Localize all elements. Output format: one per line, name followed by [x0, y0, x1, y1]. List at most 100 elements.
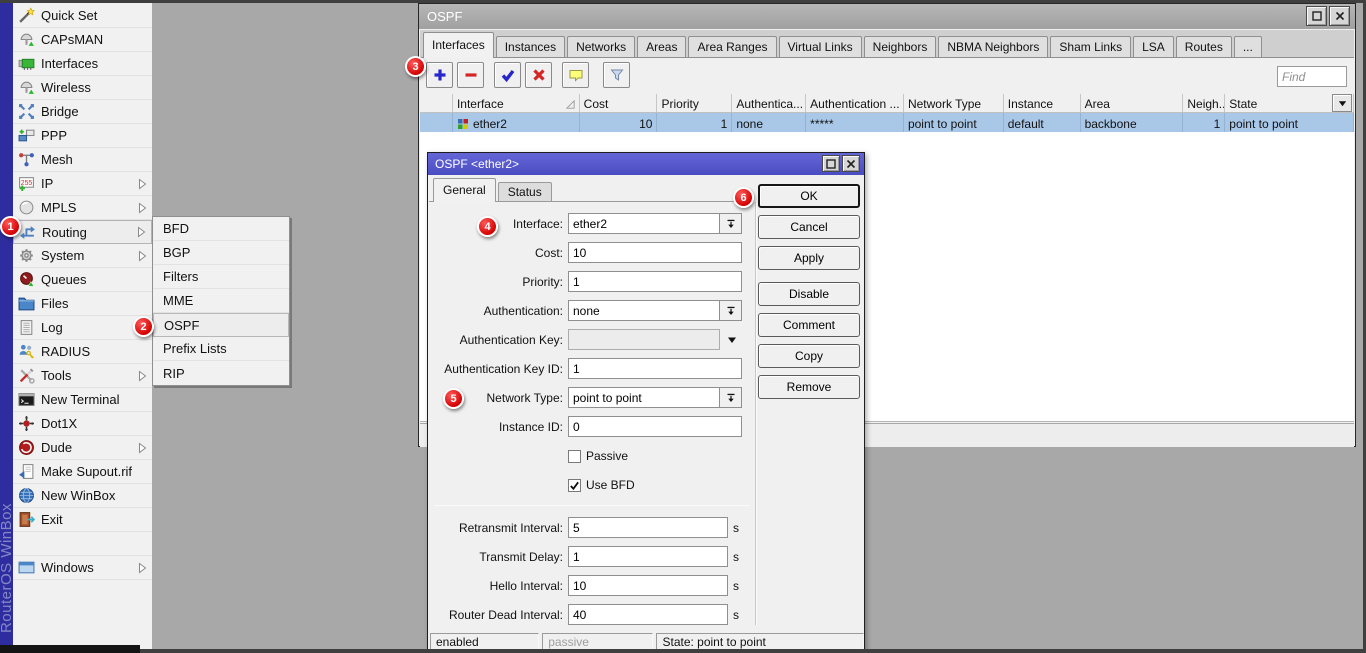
column-header-neigh[interactable]: Neigh... — [1183, 94, 1225, 112]
sidebar-item-ppp[interactable]: PPP — [13, 124, 152, 148]
annotation-step-5: 5 — [443, 388, 464, 409]
router-dead-interval-input[interactable] — [568, 604, 728, 625]
sidebar-item-wireless[interactable]: Wireless — [13, 76, 152, 100]
authentication-key-input[interactable] — [568, 329, 720, 350]
disable-button[interactable]: Disable — [758, 282, 860, 306]
comment-button[interactable]: Comment — [758, 313, 860, 337]
sidebar-item-interfaces[interactable]: Interfaces — [13, 52, 152, 76]
ospf-window-titlebar[interactable]: OSPF — [419, 4, 1355, 29]
remove-button[interactable]: Remove — [758, 375, 860, 399]
table-header: InterfaceCostPriorityAuthentica...Authen… — [420, 94, 1354, 113]
column-header-item[interactable] — [420, 94, 453, 112]
tab-instances[interactable]: Instances — [496, 36, 565, 57]
close-icon[interactable] — [842, 155, 860, 172]
tab-virtual-links[interactable]: Virtual Links — [779, 36, 862, 57]
ok-button[interactable]: OK — [758, 184, 860, 208]
apply-button[interactable]: Apply — [758, 246, 860, 270]
sidebar-item-system[interactable]: System — [13, 244, 152, 268]
sidebar-item-bridge[interactable]: Bridge — [13, 100, 152, 124]
checked-checkbox-icon — [568, 479, 581, 492]
submenu-item-prefix-lists[interactable]: Prefix Lists — [153, 337, 289, 361]
maximize-icon[interactable] — [822, 155, 840, 172]
toolbar-remove-button[interactable] — [457, 62, 484, 88]
sidebar-item-dude[interactable]: Dude — [13, 436, 152, 460]
tab-networks[interactable]: Networks — [567, 36, 635, 57]
cost-input[interactable] — [568, 242, 742, 263]
column-header-cost[interactable]: Cost — [580, 94, 658, 112]
authentication-input[interactable] — [568, 300, 720, 321]
combo-arrow-icon[interactable] — [720, 387, 742, 408]
sidebar-item-exit[interactable]: Exit — [13, 508, 152, 532]
authentication-key-id-input[interactable] — [568, 358, 742, 379]
sidebar-item-files[interactable]: Files — [13, 292, 152, 316]
sidebar-item-mpls[interactable]: MPLS — [13, 196, 152, 220]
submenu-item-mme[interactable]: MME — [153, 289, 289, 313]
sidebar-item-ip[interactable]: 255IP — [13, 172, 152, 196]
tab-nbma-neighbors[interactable]: NBMA Neighbors — [938, 36, 1048, 57]
annotation-step-1: 1 — [0, 216, 21, 237]
sidebar-item-radius[interactable]: RADIUS — [13, 340, 152, 364]
combo-arrow-icon[interactable] — [720, 300, 742, 321]
column-header-area[interactable]: Area — [1081, 94, 1184, 112]
find-input[interactable] — [1277, 66, 1347, 87]
column-header-interface[interactable]: Interface — [453, 94, 580, 112]
use-bfd-checkbox[interactable]: Use BFD — [568, 477, 750, 493]
sidebar-item-make-supout-rif[interactable]: Make Supout.rif — [13, 460, 152, 484]
annotation-step-4: 4 — [477, 216, 498, 237]
transmit-delay-input[interactable] — [568, 546, 728, 567]
sidebar-item-capsman[interactable]: CAPsMAN — [13, 28, 152, 52]
instance-id-input[interactable] — [568, 416, 742, 437]
sidebar-item-dot1x[interactable]: Dot1X — [13, 412, 152, 436]
tab-area-ranges[interactable]: Area Ranges — [688, 36, 776, 57]
toolbar-comment-button[interactable] — [562, 62, 589, 88]
passive-checkbox[interactable]: Passive — [568, 448, 750, 464]
sidebar-item-log[interactable]: Log — [13, 316, 152, 340]
dropdown-arrow-icon[interactable] — [720, 334, 744, 346]
tab-routes[interactable]: Routes — [1176, 36, 1232, 57]
column-header-authentication[interactable]: Authentication ... — [806, 94, 904, 112]
toolbar-add-button[interactable] — [426, 62, 453, 88]
sidebar-item-routing[interactable]: Routing — [13, 220, 152, 244]
sidebar-item-tools[interactable]: Tools — [13, 364, 152, 388]
tab-item[interactable]: ... — [1234, 36, 1262, 57]
submenu-item-bgp[interactable]: BGP — [153, 241, 289, 265]
tab-lsa[interactable]: LSA — [1133, 36, 1174, 57]
column-header-instance[interactable]: Instance — [1004, 94, 1081, 112]
column-header-priority[interactable]: Priority — [657, 94, 732, 112]
toolbar-disable-button[interactable] — [525, 62, 552, 88]
submenu-item-bfd[interactable]: BFD — [153, 217, 289, 241]
tab-sham-links[interactable]: Sham Links — [1050, 36, 1131, 57]
tab-neighbors[interactable]: Neighbors — [864, 36, 937, 57]
submenu-item-filters[interactable]: Filters — [153, 265, 289, 289]
column-selector-button[interactable] — [1332, 94, 1352, 112]
dialog-tab-status[interactable]: Status — [498, 182, 552, 201]
dialog-tab-general[interactable]: General — [433, 178, 496, 202]
priority-input[interactable] — [568, 271, 742, 292]
sidebar-item-windows[interactable]: Windows — [13, 556, 152, 580]
hello-interval-input[interactable] — [568, 575, 728, 596]
submenu-item-ospf[interactable]: OSPF — [153, 313, 289, 337]
network-type-input[interactable] — [568, 387, 720, 408]
retransmit-interval-input[interactable] — [568, 517, 728, 538]
tab-areas[interactable]: Areas — [637, 36, 686, 57]
sidebar-item-quick-set[interactable]: Quick Set — [13, 4, 152, 28]
tab-interfaces[interactable]: Interfaces — [423, 32, 494, 58]
close-icon[interactable] — [1329, 6, 1350, 26]
copy-button[interactable]: Copy — [758, 344, 860, 368]
column-header-network-type[interactable]: Network Type — [904, 94, 1004, 112]
sidebar-item-mesh[interactable]: Mesh — [13, 148, 152, 172]
sidebar-item-queues[interactable]: Queues — [13, 268, 152, 292]
cancel-button[interactable]: Cancel — [758, 215, 860, 239]
maximize-icon[interactable] — [1306, 6, 1327, 26]
column-header-authentica[interactable]: Authentica... — [732, 94, 806, 112]
dialog-titlebar[interactable]: OSPF <ether2> — [428, 153, 864, 175]
table-row[interactable]: ether2101none*****point to pointdefaultb… — [420, 113, 1354, 132]
form-separator — [434, 505, 750, 506]
sidebar-item-new-winbox[interactable]: New WinBox — [13, 484, 152, 508]
toolbar-filter-button[interactable] — [603, 62, 630, 88]
submenu-item-rip[interactable]: RIP — [153, 361, 289, 385]
sidebar-item-new-terminal[interactable]: New Terminal — [13, 388, 152, 412]
interface-input[interactable] — [568, 213, 720, 234]
toolbar-enable-button[interactable] — [494, 62, 521, 88]
combo-arrow-icon[interactable] — [720, 213, 742, 234]
